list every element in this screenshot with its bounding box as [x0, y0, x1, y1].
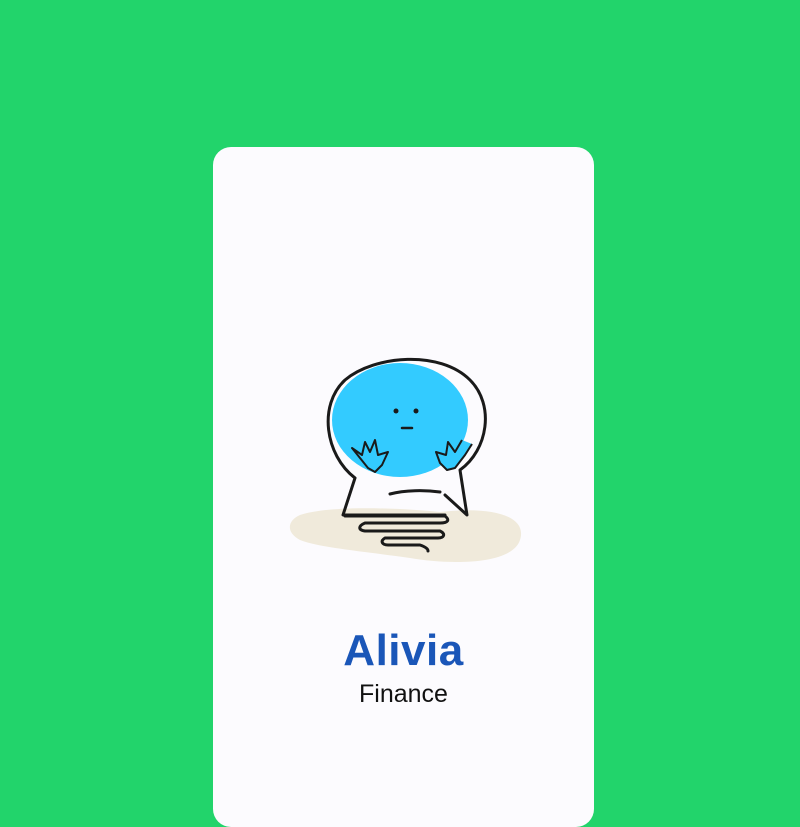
app-name: Alivia: [343, 626, 464, 675]
app-subtitle: Finance: [359, 680, 448, 708]
